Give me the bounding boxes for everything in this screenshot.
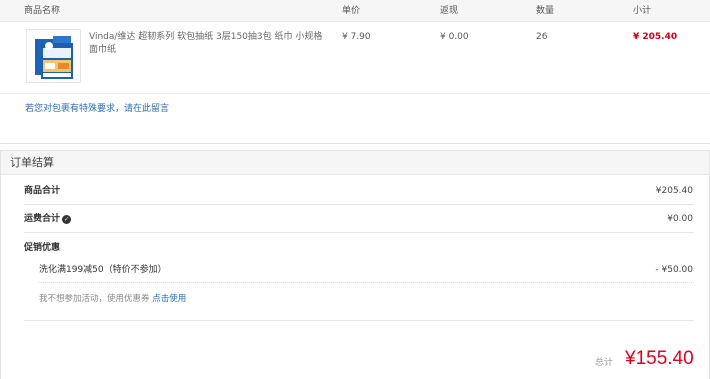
total-amount: ¥155.40 xyxy=(625,348,694,369)
no-promotion-text: 我不想参加活动，使用优惠券 xyxy=(39,294,150,304)
shipping-label: 运费合计 ✓ xyxy=(24,213,72,225)
product-name-link[interactable]: Vinda/维达 超韧系列 软包抽纸 3层150抽3包 纸巾 小规格 面巾纸 xyxy=(89,31,329,57)
promotion-label: 促销优惠 xyxy=(24,243,61,253)
header-price: 单价 xyxy=(342,6,361,16)
unit-price: ¥ 7.90 xyxy=(342,32,371,42)
settlement-header: 订单结算 xyxy=(1,151,709,175)
divider xyxy=(24,232,694,233)
info-icon[interactable]: ✓ xyxy=(62,215,72,224)
product-thumbnail[interactable] xyxy=(26,29,81,83)
shipping-value: ¥0.00 xyxy=(667,214,693,224)
header-adjust: 返现 xyxy=(440,6,459,16)
header-subtotal: 小计 xyxy=(633,6,652,16)
order-settlement-panel: 订单结算 商品合计 ¥205.40 运费合计 ✓ ¥0.00 促销优惠 洗化满19… xyxy=(0,150,710,379)
table-row: Vinda/维达 超韧系列 软包抽纸 3层150抽3包 纸巾 小规格 面巾纸 ¥… xyxy=(0,22,710,94)
order-items-panel: 商品名称 单价 返现 数量 小计 Vinda/维达 超韧系列 软包抽纸 3层15… xyxy=(0,0,710,144)
row-subtotal: ¥ 205.40 xyxy=(633,32,678,42)
promotion-value: - ¥50.00 xyxy=(655,265,693,275)
settlement-title: 订单结算 xyxy=(10,156,54,169)
use-coupon-link[interactable]: 点击使用 xyxy=(152,294,186,304)
total-label: 总计 xyxy=(595,358,614,368)
divider xyxy=(39,282,694,283)
adjust-value: ¥ 0.00 xyxy=(440,32,469,42)
leave-message-link[interactable]: 若您对包裹有特殊要求，请在此留言 xyxy=(25,103,169,115)
header-product: 商品名称 xyxy=(24,6,61,16)
quantity: 26 xyxy=(536,32,548,42)
no-promotion-note: 我不想参加活动，使用优惠券 点击使用 xyxy=(39,293,186,305)
goods-total-label: 商品合计 xyxy=(24,186,61,196)
promotion-item: 洗化满199减50（特价不参加） xyxy=(39,265,167,275)
divider xyxy=(24,204,694,205)
divider xyxy=(24,320,694,321)
tissue-pack-image xyxy=(27,30,80,82)
shipping-label-text: 运费合计 xyxy=(24,214,61,224)
goods-total-value: ¥205.40 xyxy=(655,186,693,196)
header-qty: 数量 xyxy=(536,6,555,16)
table-header: 商品名称 单价 返现 数量 小计 xyxy=(0,0,710,22)
